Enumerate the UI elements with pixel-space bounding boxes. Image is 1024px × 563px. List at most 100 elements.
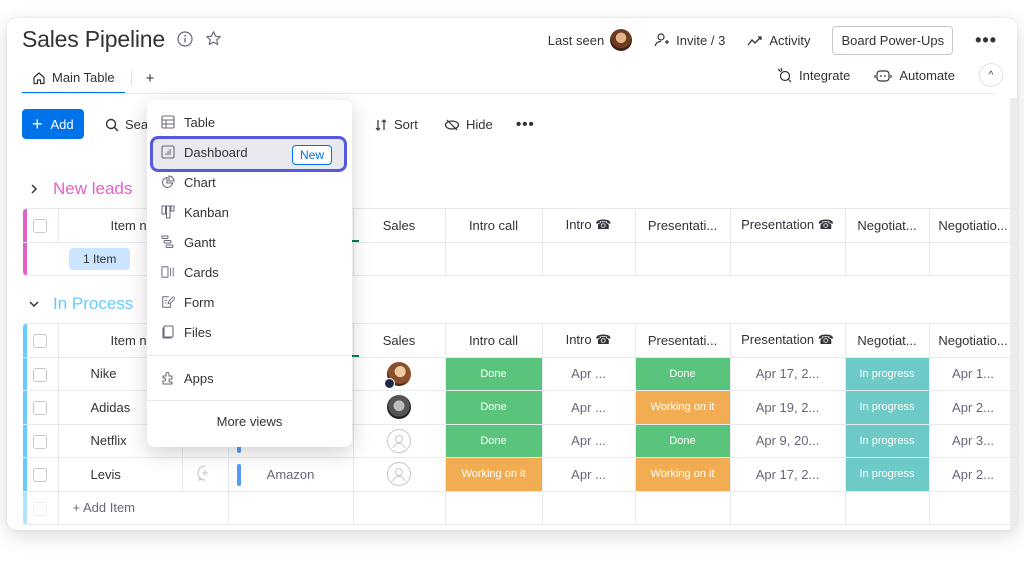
group-header-new-leads[interactable]: New leads [29,179,132,199]
column-header-presentation[interactable]: Presentati... [634,208,731,243]
column-header-negotiation-date[interactable]: Negotiatio... [928,208,1017,243]
date-cell[interactable]: Apr 2... [928,390,1017,425]
status-cell[interactable]: In progress [844,423,930,458]
info-icon[interactable] [177,30,193,48]
invite-button[interactable]: Invite / 3 [654,32,725,49]
row-checkbox[interactable] [33,468,48,483]
menu-item-label: Gantt [184,234,216,250]
status-cell[interactable]: Working on it [634,390,731,425]
menu-item-chart[interactable]: Chart [161,170,216,194]
more-views-button[interactable]: More views [147,414,352,429]
updates-cell[interactable] [181,457,229,492]
row-select-cell[interactable] [23,390,59,425]
status-cell[interactable]: Working on it [634,457,731,492]
sales-person-cell[interactable] [352,423,446,458]
chevron-right-icon[interactable] [29,182,39,197]
person-avatar[interactable] [384,361,412,389]
menu-item-gantt[interactable]: Gantt [161,230,216,254]
date-cell[interactable]: Apr 19, 2... [729,390,846,425]
column-header-negotiation[interactable]: Negotiat... [844,323,930,358]
menu-item-files[interactable]: Files [161,320,211,344]
menu-item-apps[interactable]: Apps [161,366,214,390]
board-menu-icon[interactable]: ••• [975,30,997,51]
table-row[interactable]: Levis Amazon Working on it Apr ... Working o… [23,457,1017,492]
toolbar-more-button[interactable]: ••• [516,116,535,133]
select-all-cell[interactable] [23,208,59,243]
collapse-header-button[interactable]: ^ [979,63,1003,87]
board-power-ups-button[interactable]: Board Power-Ups [832,25,954,55]
date-cell[interactable]: Apr 2... [928,457,1017,492]
row-checkbox[interactable] [33,367,48,382]
status-cell[interactable]: Done [444,356,543,391]
menu-item-kanban[interactable]: Kanban [161,200,229,224]
source-cell[interactable]: Amazon [227,457,354,492]
column-header-negotiation[interactable]: Negotiat... [844,208,930,243]
group-header-in-process[interactable]: In Process [29,294,133,314]
activity-button[interactable]: Activity [747,32,810,48]
row-select-cell[interactable] [23,356,59,391]
sales-person-cell[interactable] [352,390,446,425]
row-select-cell[interactable] [23,423,59,458]
select-all-checkbox[interactable] [33,334,48,349]
chevron-down-icon[interactable] [29,297,39,312]
date-cell[interactable]: Apr 17, 2... [729,356,846,391]
date-cell[interactable]: Apr 17, 2... [729,457,846,492]
automate-button[interactable]: Automate [874,67,955,83]
column-header-presentation-date[interactable]: Presentation ☎ [729,323,846,358]
column-header-intro-call[interactable]: Intro call [444,323,543,358]
status-cell[interactable]: Done [634,356,731,391]
status-cell[interactable]: Working on it [444,457,543,492]
column-header-presentation-date[interactable]: Presentation ☎ [729,208,846,243]
column-header-negotiation-date[interactable]: Negotiatio... [928,323,1017,358]
star-icon[interactable] [205,30,222,48]
status-cell[interactable]: Done [444,423,543,458]
tab-main-table[interactable]: Main Table [22,62,125,94]
person-avatar[interactable] [387,395,412,420]
column-header-intro-date[interactable]: Intro ☎ [541,323,636,358]
status-cell[interactable]: Done [634,423,731,458]
sales-person-cell[interactable] [352,457,446,492]
last-seen[interactable]: Last seen [548,29,633,51]
board-title[interactable]: Sales Pipeline [22,26,165,53]
add-item-button[interactable]: + Add [22,109,84,139]
column-header-sales[interactable]: Sales [352,323,446,358]
menu-item-cards[interactable]: Cards [161,260,219,284]
add-item-input[interactable]: + Add Item [57,490,229,525]
empty-person-icon[interactable] [387,428,412,453]
date-cell[interactable]: Apr 9, 20... [729,423,846,458]
add-update-icon[interactable] [196,465,214,485]
sort-button[interactable]: Sort [374,116,418,132]
item-name[interactable]: Levis [57,457,183,492]
date-cell[interactable]: Apr ... [541,457,636,492]
row-select-cell[interactable] [23,457,59,492]
add-row-select-cell[interactable] [23,490,59,525]
row-checkbox[interactable] [33,401,48,416]
status-cell[interactable]: In progress [844,390,930,425]
add-view-button[interactable]: + [138,70,163,87]
status-cell[interactable]: Done [444,390,543,425]
hide-button[interactable]: Hide [444,116,493,132]
integrate-button[interactable]: Integrate [776,67,850,84]
date-cell[interactable]: Apr ... [541,390,636,425]
column-header-intro-date[interactable]: Intro ☎ [541,208,636,243]
menu-item-dashboard[interactable]: Dashboard [161,140,248,164]
column-header-presentation[interactable]: Presentati... [634,323,731,358]
date-cell[interactable]: Apr 3... [928,423,1017,458]
status-cell[interactable]: In progress [844,356,930,391]
select-all-cell[interactable] [23,323,59,358]
group-title[interactable]: New leads [53,179,132,199]
date-cell[interactable]: Apr ... [541,356,636,391]
sales-person-cell[interactable] [352,356,446,391]
column-header-sales[interactable]: Sales [352,208,446,243]
menu-item-form[interactable]: Form [161,290,214,314]
search-button[interactable]: Sea [105,116,148,132]
row-checkbox[interactable] [33,434,48,449]
menu-item-table[interactable]: Table [161,110,215,134]
select-all-checkbox[interactable] [33,219,48,234]
status-cell[interactable]: In progress [844,457,930,492]
date-cell[interactable]: Apr 1... [928,356,1017,391]
group-title[interactable]: In Process [53,294,133,314]
date-cell[interactable]: Apr ... [541,423,636,458]
empty-person-icon[interactable] [387,462,412,487]
column-header-intro-call[interactable]: Intro call [444,208,543,243]
